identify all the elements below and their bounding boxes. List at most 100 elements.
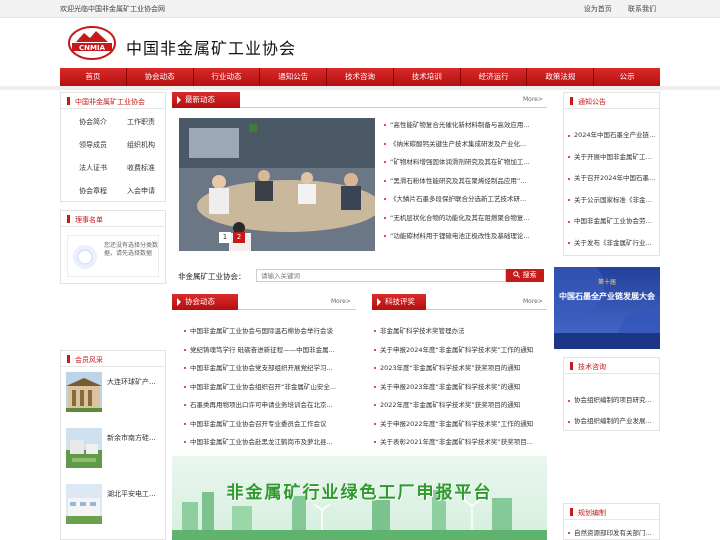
tech-award-item[interactable]: 2023年度“非金属矿科学技术奖”获奖项目的通知 — [372, 359, 544, 378]
news-item[interactable]: 《大鳞片石墨多段保护联合分选新工艺技术研... — [382, 190, 544, 209]
members-header: 会员风采 — [61, 351, 165, 367]
search-button[interactable]: 搜索 — [506, 269, 544, 282]
nav-item[interactable]: 通知公告 — [260, 68, 328, 86]
news-more-link[interactable]: More> — [523, 96, 543, 103]
assoc-news-item[interactable]: 中国非金属矿工业协会党支部组织开展党纪学习... — [182, 359, 354, 378]
members-title: 会员风采 — [75, 356, 103, 364]
notice-item[interactable]: 关于召开2024年中国石墨全... — [566, 168, 658, 190]
contact-link[interactable]: 联系我们 — [628, 5, 656, 13]
notice-item[interactable]: 中国非金属矿工业协会劳动... — [566, 211, 658, 233]
plan-list: 自然资源部印发有关部门... — [566, 527, 658, 539]
empty-data-icon — [73, 245, 97, 269]
assoc-news-more-link[interactable]: More> — [331, 298, 351, 305]
assoc-link[interactable]: 领导成员 — [69, 140, 117, 150]
tech-awards-tab[interactable]: 科技评奖 — [372, 294, 426, 310]
nav-item[interactable]: 首页 — [60, 68, 127, 86]
member-name: 大连环球矿产... — [107, 378, 156, 386]
graphite-conference-ad[interactable]: 第十届 中国石墨全产业链发展大会 — [554, 267, 660, 349]
green-factory-banner[interactable]: 非金属矿行业绿色工厂申报平台 — [172, 456, 547, 540]
slide-indicator-1[interactable]: 1 — [219, 232, 231, 243]
news-item[interactable]: “高性能矿物复合光催化新材料制备与高效应用... — [382, 116, 544, 135]
assoc-news-tab[interactable]: 协会动态 — [172, 294, 238, 310]
plan-title: 规划编制 — [578, 509, 606, 517]
assoc-news-item[interactable]: 中国非金属矿工业协会组织召开“非金属矿山安全... — [182, 378, 354, 397]
news-tab[interactable]: 最新动态 — [172, 92, 240, 108]
council-title: 理事名单 — [75, 216, 103, 224]
notice-item[interactable]: 关于开展中国非金属矿工业... — [566, 147, 658, 169]
nav-item[interactable]: 行业动态 — [194, 68, 261, 86]
ad-title: 中国石墨全产业链发展大会 — [559, 292, 655, 301]
assoc-news-header-line — [238, 309, 356, 310]
member-card[interactable]: 大连环球矿产... — [66, 372, 162, 412]
notice-item[interactable]: 2024年中国石墨全产业链发... — [566, 125, 658, 147]
assoc-link[interactable]: 入会申请 — [117, 186, 165, 196]
news-header-line — [240, 107, 547, 108]
assoc-news-item[interactable]: 中国非金属矿工业协会与国际温石棉协会举行会谈 — [182, 322, 354, 341]
consult-item[interactable]: 协会组织编制的项目研究... — [566, 390, 658, 411]
tech-award-item[interactable]: 关于表彰2021年度“非金属矿科学技术奖”获奖项目... — [372, 433, 544, 452]
nav-item[interactable]: 经济运行 — [461, 68, 528, 86]
notice-item[interactable]: 关于公示国家标准《非金属... — [566, 190, 658, 212]
assoc-link[interactable]: 收费标准 — [117, 163, 165, 173]
tech-awards-list: 非金属矿科学技术奖管理办法 关于申报2024年度“非金属矿科学技术奖”工作的通知 2… — [372, 322, 544, 452]
main-nav: 首页 协会动态 行业动态 通知公告 技术咨询 技术培训 经济运行 政策法规 公示 — [60, 68, 660, 86]
member-card[interactable]: 新余市南方硅... — [66, 428, 162, 468]
ad-edition-text: 第十届 — [597, 279, 616, 286]
assoc-news-item[interactable]: 中国非金属矿工业协会召开专业委员会工作会议 — [182, 415, 354, 434]
assoc-link[interactable]: 工作职责 — [117, 117, 165, 127]
notice-header: 通知公告 — [564, 93, 659, 109]
tech-award-item[interactable]: 关于申报2022年度“非金属矿科学技术奖”工作的通知 — [372, 415, 544, 434]
site-header: CNMIA 中国非金属矿工业协会 — [0, 18, 720, 68]
nav-item[interactable]: 协会动态 — [127, 68, 194, 86]
news-slideshow-image[interactable] — [179, 118, 375, 251]
set-home-link[interactable]: 设为首页 — [584, 5, 612, 13]
search-bar: 非金属矿工业协会： 搜索 — [172, 268, 547, 284]
search-icon — [513, 271, 521, 278]
assoc-link[interactable]: 协会简介 — [69, 117, 117, 127]
nav-item[interactable]: 技术咨询 — [327, 68, 394, 86]
welcome-text: 欢迎光临中国非金属矿工业协会网 — [60, 5, 165, 13]
nav-item[interactable]: 技术培训 — [394, 68, 461, 86]
consult-header: 技术咨询 — [564, 358, 659, 374]
search-label: 非金属矿工业协会： — [178, 272, 246, 281]
nav-item[interactable]: 公示 — [594, 68, 660, 86]
consult-item[interactable]: 协会组织编制的产业发展... — [566, 411, 658, 432]
council-empty-text: 您还没有选择分类数据，请先选择数据 — [104, 242, 159, 257]
plan-box: 规划编制 自然资源部印发有关部门... — [563, 503, 660, 540]
slide-indicator-2[interactable]: 2 — [233, 232, 245, 243]
assoc-link[interactable]: 协会章程 — [69, 186, 117, 196]
nav-item[interactable]: 政策法规 — [527, 68, 595, 86]
tech-awards-more-link[interactable]: More> — [523, 298, 543, 305]
logo-text: CNMIA — [79, 44, 106, 52]
tech-award-item[interactable]: 非金属矿科学技术奖管理办法 — [372, 322, 544, 341]
gray-strip — [0, 86, 720, 90]
consult-box: 技术咨询 协会组织编制的项目研究... 协会组织编制的产业发展... — [563, 357, 660, 431]
assoc-news-item[interactable]: 石墨类再用物项出口许可申请业务培训会在北京... — [182, 396, 354, 415]
news-item[interactable]: 《纳米碳酸钙关键生产技术集成研发及产业化... — [382, 135, 544, 154]
section-marker — [570, 508, 573, 516]
assoc-link[interactable]: 法人证书 — [69, 163, 117, 173]
top-links: 设为首页 联系我们 — [570, 4, 656, 14]
news-item[interactable]: “矿物材料增强固体润滑剂研究及其在矿物加工... — [382, 153, 544, 172]
assoc-news-item[interactable]: 党纪铸魂笃学行 砥砺奋进新征程——中国非金属... — [182, 341, 354, 360]
plan-header: 规划编制 — [564, 504, 659, 520]
assoc-news-item[interactable]: 中国非金属矿工业协会赴黑龙江鹤岗市及萝北县... — [182, 433, 354, 452]
news-item[interactable]: “无机层状化合物的功能化及其在阻燃聚合物复... — [382, 209, 544, 228]
member-photo — [66, 372, 102, 412]
tech-award-item[interactable]: 关于申报2024年度“非金属矿科学技术奖”工作的通知 — [372, 341, 544, 360]
assoc-link[interactable]: 组织机构 — [117, 140, 165, 150]
member-name: 湖北平安电工... — [107, 490, 156, 498]
plan-item[interactable]: 自然资源部印发有关部门... — [566, 527, 658, 539]
tech-award-item[interactable]: 2022年度“非金属矿科学技术奖”获奖项目的通知 — [372, 396, 544, 415]
search-input[interactable] — [256, 269, 506, 282]
tech-award-item[interactable]: 关于申报2023年度“非金属矿科学技术奖”的通知 — [372, 378, 544, 397]
council-box: 理事名单 您还没有选择分类数据，请先选择数据 — [60, 210, 166, 284]
member-card[interactable]: 湖北平安电工... — [66, 484, 162, 524]
cnmia-logo[interactable]: CNMIA — [68, 26, 116, 60]
notice-box: 通知公告 2024年中国石墨全产业链发... 关于开展中国非金属矿工业... 关于召… — [563, 92, 660, 256]
tech-awards-title: 科技评奖 — [377, 294, 415, 310]
news-item[interactable]: “功能碳材料用于锂硫电池正极改性及基础理论... — [382, 227, 544, 246]
notice-item[interactable]: 关于发布《非金属矿行业... — [566, 233, 658, 255]
section-marker — [67, 97, 70, 105]
news-item[interactable]: “黑滑石粉体性能研究及其在聚烯烃制品应用”... — [382, 172, 544, 191]
